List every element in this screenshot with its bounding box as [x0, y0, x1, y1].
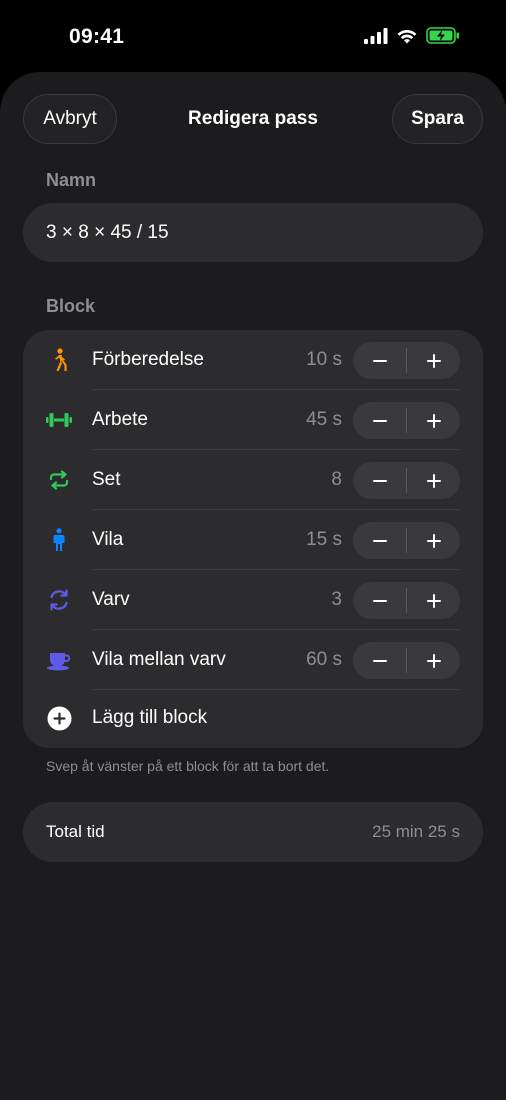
block-section-label: Block	[46, 296, 96, 316]
status-icons	[364, 27, 460, 49]
plus-circle-icon	[47, 706, 72, 736]
block-row-vila-mellan-varv[interactable]: Vila mellan varv 60 s	[23, 630, 483, 690]
add-block-label: Lägg till block	[92, 707, 208, 728]
block-label: Vila	[92, 529, 124, 550]
block-label: Varv	[92, 589, 130, 610]
dumbbell-icon	[46, 407, 72, 433]
cycle-arrows-icon	[46, 587, 72, 613]
minus-icon	[372, 479, 387, 482]
minus-icon	[372, 419, 387, 422]
decrement-button[interactable]	[353, 402, 406, 439]
block-row-arbete[interactable]: Arbete 45 s	[23, 390, 483, 450]
wifi-icon	[396, 28, 418, 49]
name-field-value: 3 × 8 × 45 / 15	[46, 221, 169, 243]
add-block-button[interactable]: Lägg till block	[23, 688, 483, 748]
block-value: 10 s	[306, 349, 342, 370]
block-label: Förberedelse	[92, 349, 204, 370]
navigation-bar: Avbryt Redigera pass Spara	[0, 94, 506, 146]
plus-icon	[426, 353, 441, 368]
total-time-row: Total tid 25 min 25 s	[23, 802, 483, 862]
minus-icon	[372, 359, 387, 362]
plus-icon	[426, 473, 441, 488]
name-field[interactable]: 3 × 8 × 45 / 15	[23, 203, 483, 262]
decrement-button[interactable]	[353, 642, 406, 679]
block-stepper[interactable]	[353, 522, 460, 559]
save-button[interactable]: Spara	[392, 94, 483, 144]
block-value: 8	[331, 469, 342, 490]
standing-person-icon	[46, 527, 72, 553]
minus-icon	[372, 599, 387, 602]
block-label: Vila mellan varv	[92, 649, 226, 670]
block-value: 45 s	[306, 409, 342, 430]
block-row-varv[interactable]: Varv 3	[23, 570, 483, 630]
block-stepper[interactable]	[353, 642, 460, 679]
increment-button[interactable]	[407, 402, 460, 439]
cup-icon	[46, 647, 72, 673]
block-row-vila[interactable]: Vila 15 s	[23, 510, 483, 570]
plus-icon	[426, 593, 441, 608]
decrement-button[interactable]	[353, 522, 406, 559]
swipe-hint: Svep åt vänster på ett block för att ta …	[46, 758, 330, 774]
increment-button[interactable]	[407, 522, 460, 559]
block-row-set[interactable]: Set 8	[23, 450, 483, 510]
status-time: 09:41	[69, 25, 125, 48]
block-value: 60 s	[306, 649, 342, 670]
increment-button[interactable]	[407, 342, 460, 379]
block-list: Förberedelse 10 s Arbete 45 s Set 8 Vila…	[23, 330, 483, 748]
plus-icon	[426, 413, 441, 428]
name-section-label: Namn	[46, 170, 97, 190]
block-stepper[interactable]	[353, 462, 460, 499]
cellular-signal-icon	[364, 27, 388, 49]
battery-charging-icon	[426, 27, 460, 49]
increment-button[interactable]	[407, 642, 460, 679]
edit-sheet: Avbryt Redigera pass Spara Namn 3 × 8 × …	[0, 72, 506, 1100]
block-stepper[interactable]	[353, 402, 460, 439]
plus-icon	[426, 653, 441, 668]
status-bar: 09:41	[0, 0, 506, 72]
total-time-label: Total tid	[46, 822, 105, 841]
block-value: 15 s	[306, 529, 342, 550]
plus-icon	[426, 533, 441, 548]
total-time-value: 25 min 25 s	[372, 822, 460, 841]
decrement-button[interactable]	[353, 462, 406, 499]
decrement-button[interactable]	[353, 582, 406, 619]
minus-icon	[372, 539, 387, 542]
increment-button[interactable]	[407, 462, 460, 499]
block-row-forberedelse[interactable]: Förberedelse 10 s	[23, 330, 483, 390]
decrement-button[interactable]	[353, 342, 406, 379]
walking-person-icon	[46, 347, 72, 373]
repeat-icon	[46, 467, 72, 493]
block-label: Set	[92, 469, 121, 490]
block-stepper[interactable]	[353, 342, 460, 379]
block-label: Arbete	[92, 409, 148, 430]
block-value: 3	[331, 589, 342, 610]
increment-button[interactable]	[407, 582, 460, 619]
block-stepper[interactable]	[353, 582, 460, 619]
minus-icon	[372, 659, 387, 662]
